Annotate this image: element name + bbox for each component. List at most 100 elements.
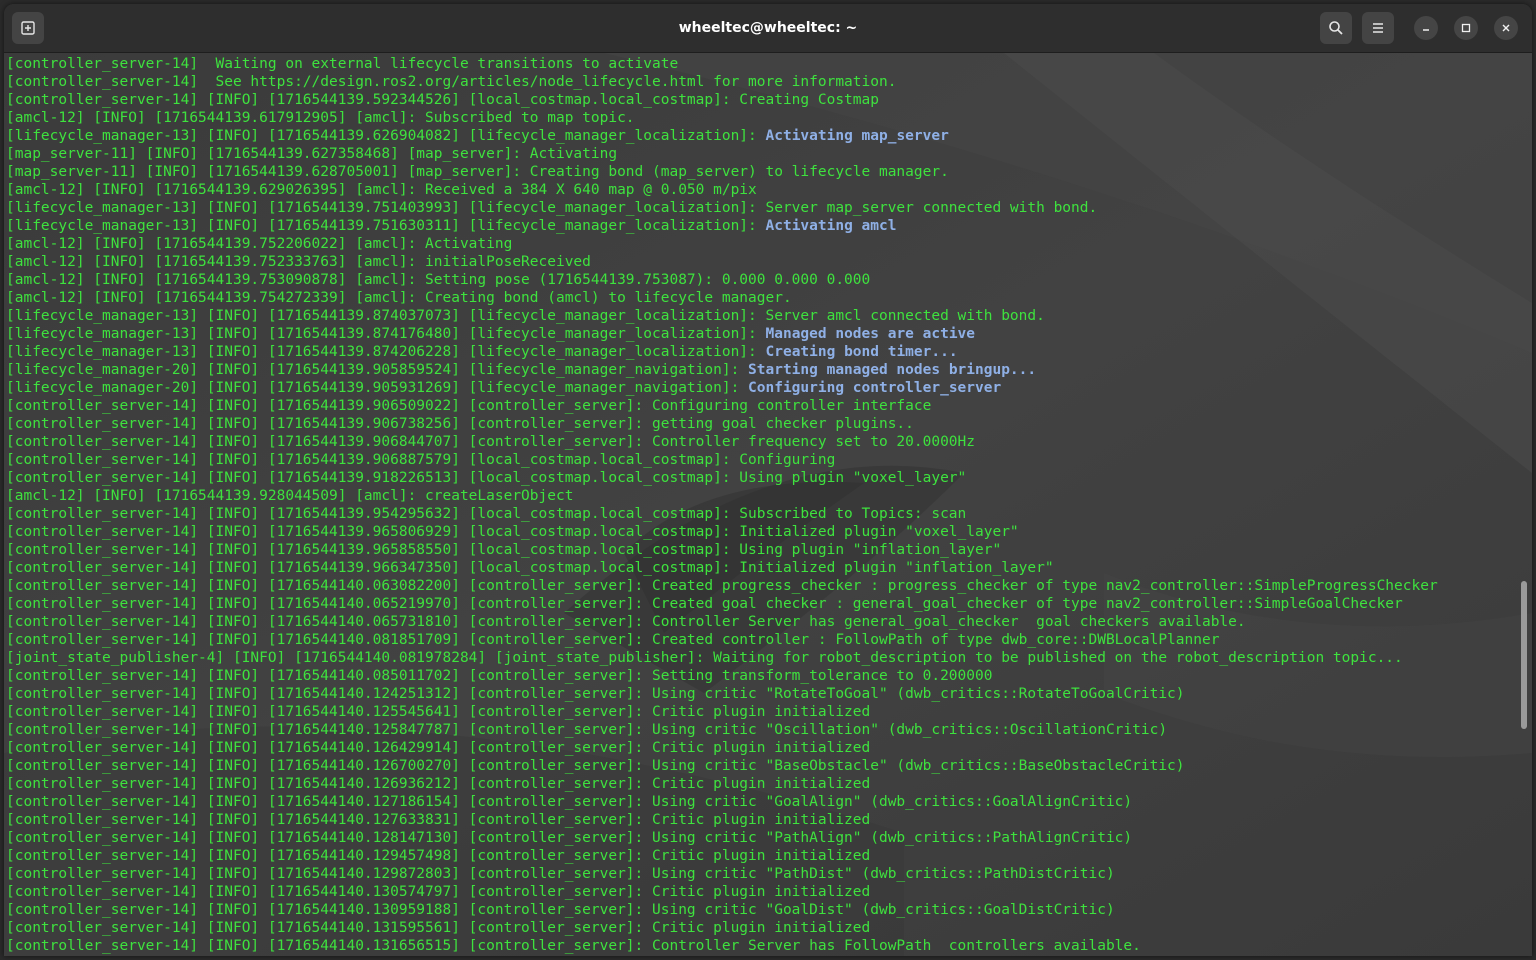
log-line-text: [amcl-12] [INFO] [1716544139.753090878] … <box>6 272 871 288</box>
log-line-text: [lifecycle_manager-13] [INFO] [171654413… <box>6 128 766 144</box>
log-line: [controller_server-14] [INFO] [171654414… <box>6 847 1438 865</box>
log-line: [amcl-12] [INFO] [1716544139.629026395] … <box>6 181 1438 199</box>
maximize-button[interactable] <box>1454 16 1478 40</box>
log-line-text: [controller_server-14] [INFO] [171654413… <box>6 92 879 108</box>
log-line-text: [lifecycle_manager-13] [INFO] [171654413… <box>6 326 766 342</box>
log-line: [controller_server-14] See https://desig… <box>6 73 1438 91</box>
log-line: [controller_server-14] [INFO] [171654414… <box>6 901 1438 919</box>
log-line: [controller_server-14] [INFO] [171654414… <box>6 919 1438 937</box>
log-line-text: [controller_server-14] [INFO] [171654413… <box>6 506 967 522</box>
hamburger-menu-icon <box>1373 23 1383 33</box>
close-icon <box>1502 24 1510 32</box>
log-line-text: [controller_server-14] [INFO] [171654414… <box>6 704 871 720</box>
log-line-text: [controller_server-14] [INFO] [171654414… <box>6 668 993 684</box>
log-line: [controller_server-14] [INFO] [171654413… <box>6 415 1438 433</box>
log-line: [controller_server-14] [INFO] [171654414… <box>6 811 1438 829</box>
log-line: [amcl-12] [INFO] [1716544139.752206022] … <box>6 235 1438 253</box>
log-line: [controller_server-14] [INFO] [171654414… <box>6 703 1438 721</box>
log-line: [controller_server-14] [INFO] [171654414… <box>6 865 1438 883</box>
log-line-text: [joint_state_publisher-4] [INFO] [171654… <box>6 650 1403 666</box>
log-line-text: [controller_server-14] [INFO] [171654413… <box>6 434 976 450</box>
log-line: [lifecycle_manager-13] [INFO] [171654413… <box>6 199 1438 217</box>
log-line-text: [controller_server-14] [INFO] [171654414… <box>6 776 871 792</box>
log-line-text: [lifecycle_manager-13] [INFO] [171654413… <box>6 218 766 234</box>
log-line: [controller_server-14] [INFO] [171654414… <box>6 721 1438 739</box>
log-line-text: [controller_server-14] [INFO] [171654414… <box>6 938 1141 954</box>
log-line-text: [map_server-11] [INFO] [1716544139.62870… <box>6 164 949 180</box>
log-line: [amcl-12] [INFO] [1716544139.753090878] … <box>6 271 1438 289</box>
log-line: [controller_server-14] [INFO] [171654414… <box>6 883 1438 901</box>
log-lines: [controller_server-14] Waiting on extern… <box>6 55 1438 955</box>
log-line-text: [controller_server-14] [INFO] [171654414… <box>6 758 1185 774</box>
log-line-text: [controller_server-14] [INFO] [171654414… <box>6 812 871 828</box>
log-line: [controller_server-14] [INFO] [171654414… <box>6 667 1438 685</box>
log-line: [map_server-11] [INFO] [1716544139.62870… <box>6 163 1438 181</box>
log-line-text: [amcl-12] [INFO] [1716544139.629026395] … <box>6 182 757 198</box>
log-line-text: [lifecycle_manager-20] [INFO] [171654413… <box>6 362 749 378</box>
log-line: [controller_server-14] [INFO] [171654413… <box>6 433 1438 451</box>
log-line: [controller_server-14] [INFO] [171654414… <box>6 937 1438 955</box>
log-line-text: [lifecycle_manager-13] [INFO] [171654413… <box>6 344 766 360</box>
log-line-text: [controller_server-14] [INFO] [171654413… <box>6 524 1019 540</box>
log-line: [lifecycle_manager-20] [INFO] [171654413… <box>6 379 1438 397</box>
log-line-text: [controller_server-14] [INFO] [171654414… <box>6 686 1185 702</box>
search-button[interactable] <box>1320 12 1352 44</box>
log-line: [amcl-12] [INFO] [1716544139.617912905] … <box>6 109 1438 127</box>
log-line-text: [map_server-11] [INFO] [1716544139.62735… <box>6 146 618 162</box>
log-line-highlight: Activating amcl <box>765 218 897 234</box>
log-line-text: [amcl-12] [INFO] [1716544139.928044509] … <box>6 488 574 504</box>
log-line: [amcl-12] [INFO] [1716544139.928044509] … <box>6 487 1438 505</box>
log-line-text: [controller_server-14] [INFO] [171654414… <box>6 920 871 936</box>
log-line-text: [controller_server-14] [INFO] [171654414… <box>6 614 1246 630</box>
log-line: [lifecycle_manager-13] [INFO] [171654413… <box>6 325 1438 343</box>
log-line: [lifecycle_manager-13] [INFO] [171654413… <box>6 127 1438 145</box>
log-line-text: [amcl-12] [INFO] [1716544139.752333763] … <box>6 254 591 270</box>
menu-button[interactable] <box>1362 12 1394 44</box>
log-line: [lifecycle_manager-13] [INFO] [171654413… <box>6 343 1438 361</box>
log-line: [controller_server-14] [INFO] [171654414… <box>6 793 1438 811</box>
log-line-text: [controller_server-14] [INFO] [171654414… <box>6 722 1168 738</box>
log-line: [controller_server-14] [INFO] [171654414… <box>6 775 1438 793</box>
log-line-text: [controller_server-14] Waiting on extern… <box>6 56 679 72</box>
log-line: [lifecycle_manager-13] [INFO] [171654413… <box>6 307 1438 325</box>
log-line: [joint_state_publisher-4] [INFO] [171654… <box>6 649 1438 667</box>
log-line-text: [controller_server-14] [INFO] [171654414… <box>6 902 1115 918</box>
log-line: [controller_server-14] [INFO] [171654413… <box>6 559 1438 577</box>
log-line-text: [controller_server-14] [INFO] [171654413… <box>6 416 914 432</box>
log-line: [controller_server-14] [INFO] [171654414… <box>6 613 1438 631</box>
log-line: [controller_server-14] [INFO] [171654413… <box>6 91 1438 109</box>
terminal-window: wheeltec@wheeltec: ~ [controller_server-… <box>4 4 1532 956</box>
scrollbar-thumb[interactable] <box>1521 581 1527 729</box>
log-line-text: [amcl-12] [INFO] [1716544139.617912905] … <box>6 110 635 126</box>
log-line-text: [controller_server-14] [INFO] [171654414… <box>6 830 1133 846</box>
minimize-button[interactable] <box>1414 16 1438 40</box>
log-line: [map_server-11] [INFO] [1716544139.62735… <box>6 145 1438 163</box>
log-line-highlight: Configuring controller_server <box>748 380 1002 396</box>
log-line: [controller_server-14] [INFO] [171654413… <box>6 541 1438 559</box>
log-line-text: [controller_server-14] [INFO] [171654414… <box>6 848 871 864</box>
log-line: [lifecycle_manager-20] [INFO] [171654413… <box>6 361 1438 379</box>
log-line-text: [lifecycle_manager-20] [INFO] [171654413… <box>6 380 749 396</box>
log-line: [controller_server-14] [INFO] [171654414… <box>6 757 1438 775</box>
log-line-highlight: Creating bond timer... <box>765 344 958 360</box>
log-line: [amcl-12] [INFO] [1716544139.754272339] … <box>6 289 1438 307</box>
log-line-text: [controller_server-14] See https://desig… <box>6 74 897 90</box>
log-line-text: [controller_server-14] [INFO] [171654413… <box>6 470 967 486</box>
log-line: [controller_server-14] [INFO] [171654413… <box>6 397 1438 415</box>
title-bar[interactable]: wheeltec@wheeltec: ~ <box>4 4 1532 53</box>
close-button[interactable] <box>1494 16 1518 40</box>
log-line: [amcl-12] [INFO] [1716544139.752333763] … <box>6 253 1438 271</box>
log-line: [controller_server-14] [INFO] [171654414… <box>6 577 1438 595</box>
log-line-highlight: Managed nodes are active <box>765 326 976 342</box>
log-line: [controller_server-14] [INFO] [171654413… <box>6 505 1438 523</box>
log-line-text: [controller_server-14] [INFO] [171654413… <box>6 398 932 414</box>
log-line: [controller_server-14] [INFO] [171654414… <box>6 685 1438 703</box>
log-line: [controller_server-14] Waiting on extern… <box>6 55 1438 73</box>
log-line-text: [controller_server-14] [INFO] [171654414… <box>6 740 871 756</box>
log-line-text: [amcl-12] [INFO] [1716544139.752206022] … <box>6 236 513 252</box>
minimize-icon <box>1423 29 1429 31</box>
terminal-output[interactable]: [controller_server-14] Waiting on extern… <box>4 53 1532 956</box>
log-line-text: [controller_server-14] [INFO] [171654413… <box>6 542 1002 558</box>
log-line-text: [controller_server-14] [INFO] [171654414… <box>6 866 1115 882</box>
log-line-text: [amcl-12] [INFO] [1716544139.754272339] … <box>6 290 792 306</box>
